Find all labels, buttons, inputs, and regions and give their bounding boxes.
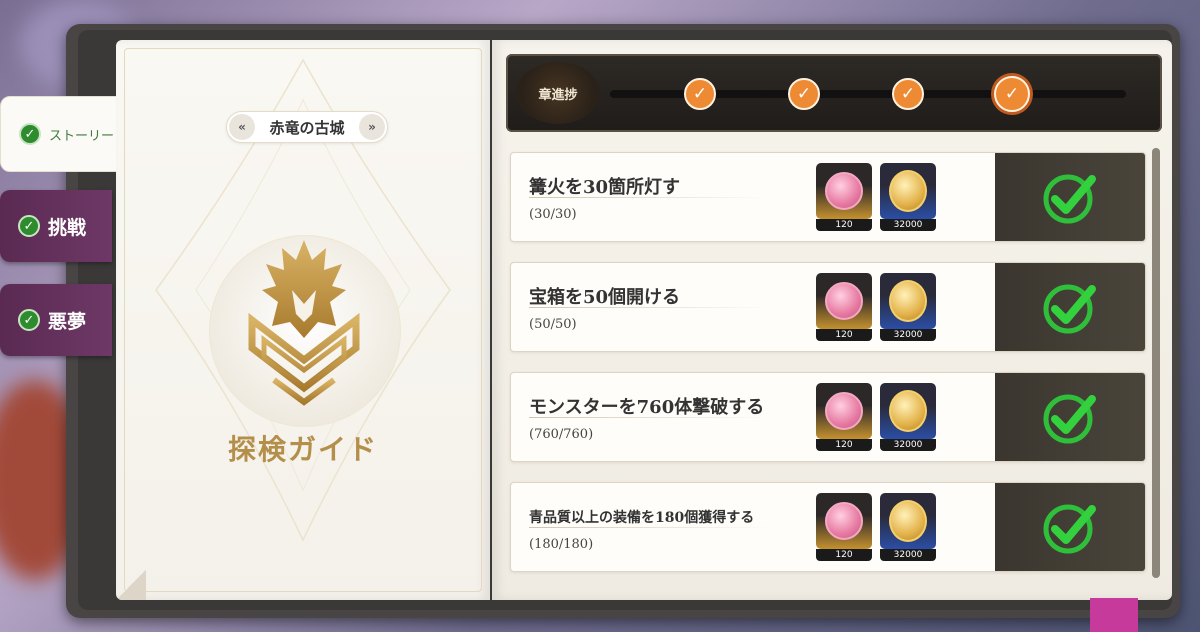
- quest-title: 篝火を30箇所灯す: [529, 177, 681, 198]
- quest-item: 篝火を30箇所灯す (30/30) 120 32000: [510, 152, 1146, 242]
- right-page: 章進捗 ✓ ✓ ✓ ✓ 篝火を30箇所灯す (30/30) 120 32000 …: [492, 40, 1172, 600]
- chevron-double-right-icon[interactable]: »: [358, 114, 385, 140]
- quest-title: 宝箱を50個開ける: [529, 287, 681, 308]
- reward-frame: [880, 273, 936, 329]
- reward-frame: [816, 163, 872, 219]
- divider: [529, 197, 769, 198]
- quest-item: 宝箱を50個開ける (50/50) 120 32000: [510, 262, 1146, 352]
- milestone-check-icon[interactable]: ✓: [994, 76, 1030, 112]
- reward-gold-coin[interactable]: 32000: [880, 383, 936, 451]
- quest-item: モンスターを760体撃破する (760/760) 120 32000: [510, 372, 1146, 462]
- pink-coin-icon: [825, 172, 863, 210]
- quest-item: 青品質以上の装備を180個獲得する (180/180) 120 32000: [510, 482, 1146, 572]
- quest-progress: (180/180): [529, 537, 594, 552]
- quest-title: 青品質以上の装備を180個獲得する: [529, 510, 755, 526]
- tab-nightmare[interactable]: ✓ 悪夢: [0, 284, 112, 356]
- reward-pink-coin[interactable]: 120: [816, 273, 872, 341]
- reward-amount: 120: [816, 549, 872, 561]
- left-page: « 赤竜の古城 » 探検ガイド: [116, 40, 490, 600]
- bookmark-ribbon: [1090, 598, 1138, 632]
- reward-amount: 32000: [880, 549, 936, 561]
- reward-amount: 120: [816, 329, 872, 341]
- milestone-check-icon[interactable]: ✓: [684, 78, 716, 110]
- completed-check-icon: [1043, 504, 1096, 554]
- gold-coin-icon: [889, 170, 927, 212]
- claim-status: [995, 483, 1145, 571]
- completed-check-icon: [1043, 174, 1096, 224]
- pink-coin-icon: [825, 282, 863, 320]
- scrollbar-thumb[interactable]: [1152, 148, 1160, 578]
- check-icon: ✓: [18, 215, 40, 237]
- tab-challenge[interactable]: ✓ 挑戦: [0, 190, 112, 262]
- milestone-check-icon[interactable]: ✓: [788, 78, 820, 110]
- dungeon-selector: « 赤竜の古城 »: [226, 111, 388, 143]
- chevron-double-left-icon[interactable]: «: [229, 114, 255, 140]
- reward-frame: [816, 383, 872, 439]
- quest-progress: (30/30): [529, 207, 577, 222]
- claim-status: [995, 373, 1145, 461]
- tab-challenge-label: 挑戦: [48, 216, 87, 239]
- gold-coin-icon: [889, 280, 927, 322]
- pink-coin-icon: [825, 392, 863, 430]
- quest-scrollbar[interactable]: [1152, 148, 1160, 578]
- progress-label-circle: 章進捗: [516, 62, 600, 124]
- quest-title: モンスターを760体撃破する: [529, 397, 765, 418]
- reward-amount: 32000: [880, 219, 936, 231]
- gold-coin-icon: [889, 390, 927, 432]
- claim-status: [995, 153, 1145, 241]
- reward-gold-coin[interactable]: 32000: [880, 163, 936, 231]
- reward-frame: [880, 493, 936, 549]
- reward-frame: [816, 273, 872, 329]
- reward-amount: 32000: [880, 329, 936, 341]
- reward-gold-coin[interactable]: 32000: [880, 493, 936, 561]
- gold-coin-icon: [889, 500, 927, 542]
- claim-status: [995, 263, 1145, 351]
- tab-story[interactable]: ✓ ストーリー: [0, 96, 120, 172]
- tab-story-label: ストーリー: [49, 128, 115, 144]
- progress-label: 章進捗: [538, 87, 578, 103]
- page-corner-fold: [116, 570, 146, 600]
- divider: [529, 307, 769, 308]
- reward-pink-coin[interactable]: 120: [816, 163, 872, 231]
- reward-frame: [880, 383, 936, 439]
- reward-amount: 32000: [880, 439, 936, 451]
- completed-check-icon: [1043, 284, 1096, 334]
- quest-progress: (760/760): [529, 427, 594, 442]
- tab-nightmare-label: 悪夢: [48, 310, 87, 333]
- dungeon-name: 赤竜の古城: [269, 118, 345, 137]
- completed-check-icon: [1043, 394, 1096, 444]
- reward-amount: 120: [816, 219, 872, 231]
- reward-amount: 120: [816, 439, 872, 451]
- reward-frame: [880, 163, 936, 219]
- chapter-progress-bar: 章進捗 ✓ ✓ ✓ ✓: [506, 54, 1162, 132]
- milestone-check-icon[interactable]: ✓: [892, 78, 924, 110]
- reward-gold-coin[interactable]: 32000: [880, 273, 936, 341]
- reward-pink-coin[interactable]: 120: [816, 383, 872, 451]
- reward-frame: [816, 493, 872, 549]
- pink-coin-icon: [825, 502, 863, 540]
- divider: [529, 527, 769, 528]
- check-icon: ✓: [18, 309, 40, 331]
- check-icon: ✓: [19, 123, 41, 145]
- reward-pink-coin[interactable]: 120: [816, 493, 872, 561]
- dragon-emblem-icon: [248, 240, 360, 406]
- guide-title: 探検ガイド: [227, 433, 378, 466]
- quest-progress: (50/50): [529, 317, 577, 332]
- divider: [529, 417, 769, 418]
